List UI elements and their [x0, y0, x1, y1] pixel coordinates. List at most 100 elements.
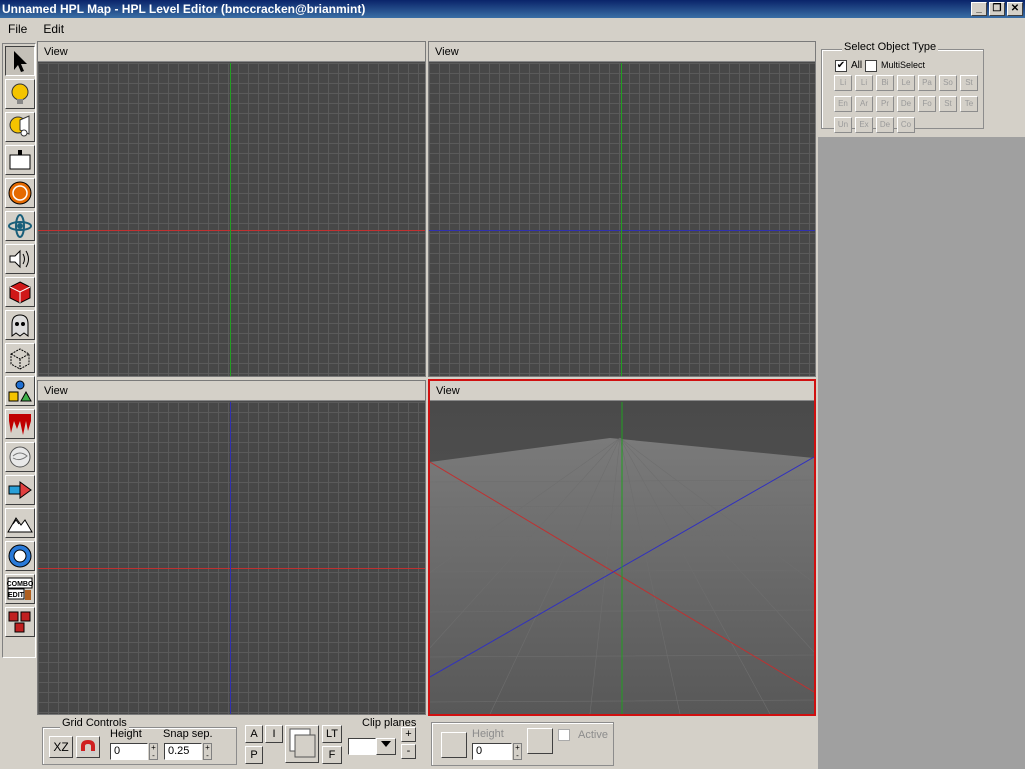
x-axis-line	[38, 568, 425, 569]
grid-height-spinner[interactable]: + -	[149, 743, 158, 760]
cube-icon	[9, 281, 31, 304]
object-type-panel: Select Object Type ✔ All MultiSelect Li …	[818, 40, 1025, 137]
clip-plane-select[interactable]	[348, 738, 376, 755]
type-button[interactable]: Co	[897, 117, 915, 133]
snap-separation-spinner[interactable]: + -	[203, 743, 212, 760]
select-tool-button[interactable]	[5, 46, 35, 76]
menu-file[interactable]: File	[0, 22, 35, 36]
object-type-title: Select Object Type	[842, 41, 939, 53]
viewport-perspective[interactable]: View	[428, 379, 816, 716]
flare-tool-button[interactable]	[5, 178, 35, 208]
billboard-tool-button[interactable]	[5, 145, 35, 175]
clip-height-label: Height	[472, 728, 504, 740]
blood-splat-icon	[9, 414, 31, 435]
remove-clip-plane-button[interactable]: -	[401, 744, 416, 759]
viewport-canvas[interactable]	[38, 402, 425, 714]
flare-icon	[8, 181, 32, 205]
snap-separation-field[interactable]: 0.25	[164, 743, 202, 760]
type-button[interactable]: Un	[834, 117, 852, 133]
link-tool-button[interactable]	[5, 475, 35, 505]
entity-tool-button[interactable]	[5, 310, 35, 340]
gear-ring-icon	[8, 544, 32, 568]
spotlight-tool-button[interactable]	[5, 112, 35, 142]
viewport-canvas[interactable]	[430, 402, 814, 714]
grid	[429, 63, 815, 376]
viewport-top-left[interactable]: View	[37, 41, 426, 377]
portal-tool-button[interactable]	[5, 541, 35, 571]
type-button[interactable]: De	[897, 96, 915, 112]
type-button[interactable]: Pr	[876, 96, 894, 112]
perspective-scene	[430, 402, 814, 714]
lt-button[interactable]: LT	[322, 725, 342, 743]
compound-tool-button[interactable]	[5, 607, 35, 637]
type-button[interactable]: Le	[897, 75, 915, 91]
clip-plane-side-button[interactable]	[527, 728, 553, 754]
all-checkbox[interactable]: ✔	[835, 60, 847, 72]
type-button[interactable]: Li	[855, 75, 873, 91]
y-axis-line	[230, 63, 231, 376]
window-titlebar: Unnamed HPL Map - HPL Level Editor (bmcc…	[0, 0, 1025, 18]
all-label: All	[851, 60, 863, 71]
ghost-icon	[11, 314, 29, 337]
primitive-tool-button[interactable]	[5, 376, 35, 406]
snap-toggle-button[interactable]	[76, 736, 100, 758]
type-button[interactable]: St	[960, 75, 978, 91]
type-button[interactable]: So	[939, 75, 957, 91]
sound-tool-button[interactable]	[5, 244, 35, 274]
multiselect-checkbox[interactable]	[865, 60, 877, 72]
type-button[interactable]: En	[834, 96, 852, 112]
arrow-link-icon	[8, 481, 32, 499]
terrain-tool-button[interactable]	[5, 508, 35, 538]
type-button[interactable]: Fo	[918, 96, 936, 112]
viewport-bottom-left[interactable]: View	[37, 380, 426, 715]
type-button[interactable]: De	[876, 117, 894, 133]
viewport-top-right[interactable]: View	[428, 41, 816, 377]
menu-edit[interactable]: Edit	[35, 22, 72, 36]
type-button[interactable]: Te	[960, 96, 978, 112]
viewport-canvas[interactable]	[429, 63, 815, 376]
type-button[interactable]: Li	[834, 75, 852, 91]
minimize-button[interactable]: _	[971, 2, 987, 16]
combo-edit-tool-button[interactable]: COMBO EDIT	[5, 574, 35, 604]
grid-height-field[interactable]: 0	[110, 743, 148, 760]
clip-plane-color-button[interactable]	[441, 732, 467, 758]
type-button[interactable]: Bi	[876, 75, 894, 91]
viewport-label[interactable]: View	[430, 381, 814, 401]
viewport-label[interactable]: View	[38, 42, 425, 62]
shapes-icon	[8, 380, 32, 402]
clip-active-checkbox[interactable]	[558, 729, 570, 741]
light-tool-button[interactable]	[5, 79, 35, 109]
grid	[38, 63, 425, 376]
type-button[interactable]: Ex	[855, 117, 873, 133]
clip-plane-dropdown[interactable]	[376, 738, 396, 755]
viewport-canvas[interactable]	[38, 63, 425, 376]
isolate-button[interactable]: I	[265, 725, 283, 743]
speaker-icon	[9, 249, 29, 269]
align-button[interactable]: A	[245, 725, 263, 743]
type-button[interactable]: Ar	[855, 96, 873, 112]
view-preview-button[interactable]	[285, 725, 319, 763]
add-clip-plane-button[interactable]: +	[401, 727, 416, 742]
viewport-label[interactable]: View	[38, 381, 425, 401]
static-object-tool-button[interactable]	[5, 277, 35, 307]
clip-height-field[interactable]: 0	[472, 743, 512, 760]
close-button[interactable]: ✕	[1007, 2, 1023, 16]
f-button[interactable]: F	[322, 746, 342, 764]
particle-tool-button[interactable]	[5, 211, 35, 241]
clip-active-label: Active	[578, 729, 608, 741]
area-tool-button[interactable]	[5, 343, 35, 373]
grid-plane-button[interactable]: XZ	[49, 736, 73, 758]
decal-tool-button[interactable]	[5, 409, 35, 439]
svg-text:EDIT: EDIT	[8, 592, 25, 599]
perspective-button[interactable]: P	[245, 746, 263, 764]
grid	[38, 402, 425, 714]
type-button[interactable]: St	[939, 96, 957, 112]
fog-tool-button[interactable]	[5, 442, 35, 472]
lightbulb-icon	[11, 83, 29, 104]
type-button[interactable]: Pa	[918, 75, 936, 91]
viewport-label[interactable]: View	[429, 42, 815, 62]
menu-bar: File Edit	[0, 18, 1025, 40]
clip-height-spinner[interactable]: + -	[513, 743, 522, 760]
multiselect-label: MultiSelect	[881, 60, 926, 70]
restore-button[interactable]: ❐	[989, 2, 1005, 16]
